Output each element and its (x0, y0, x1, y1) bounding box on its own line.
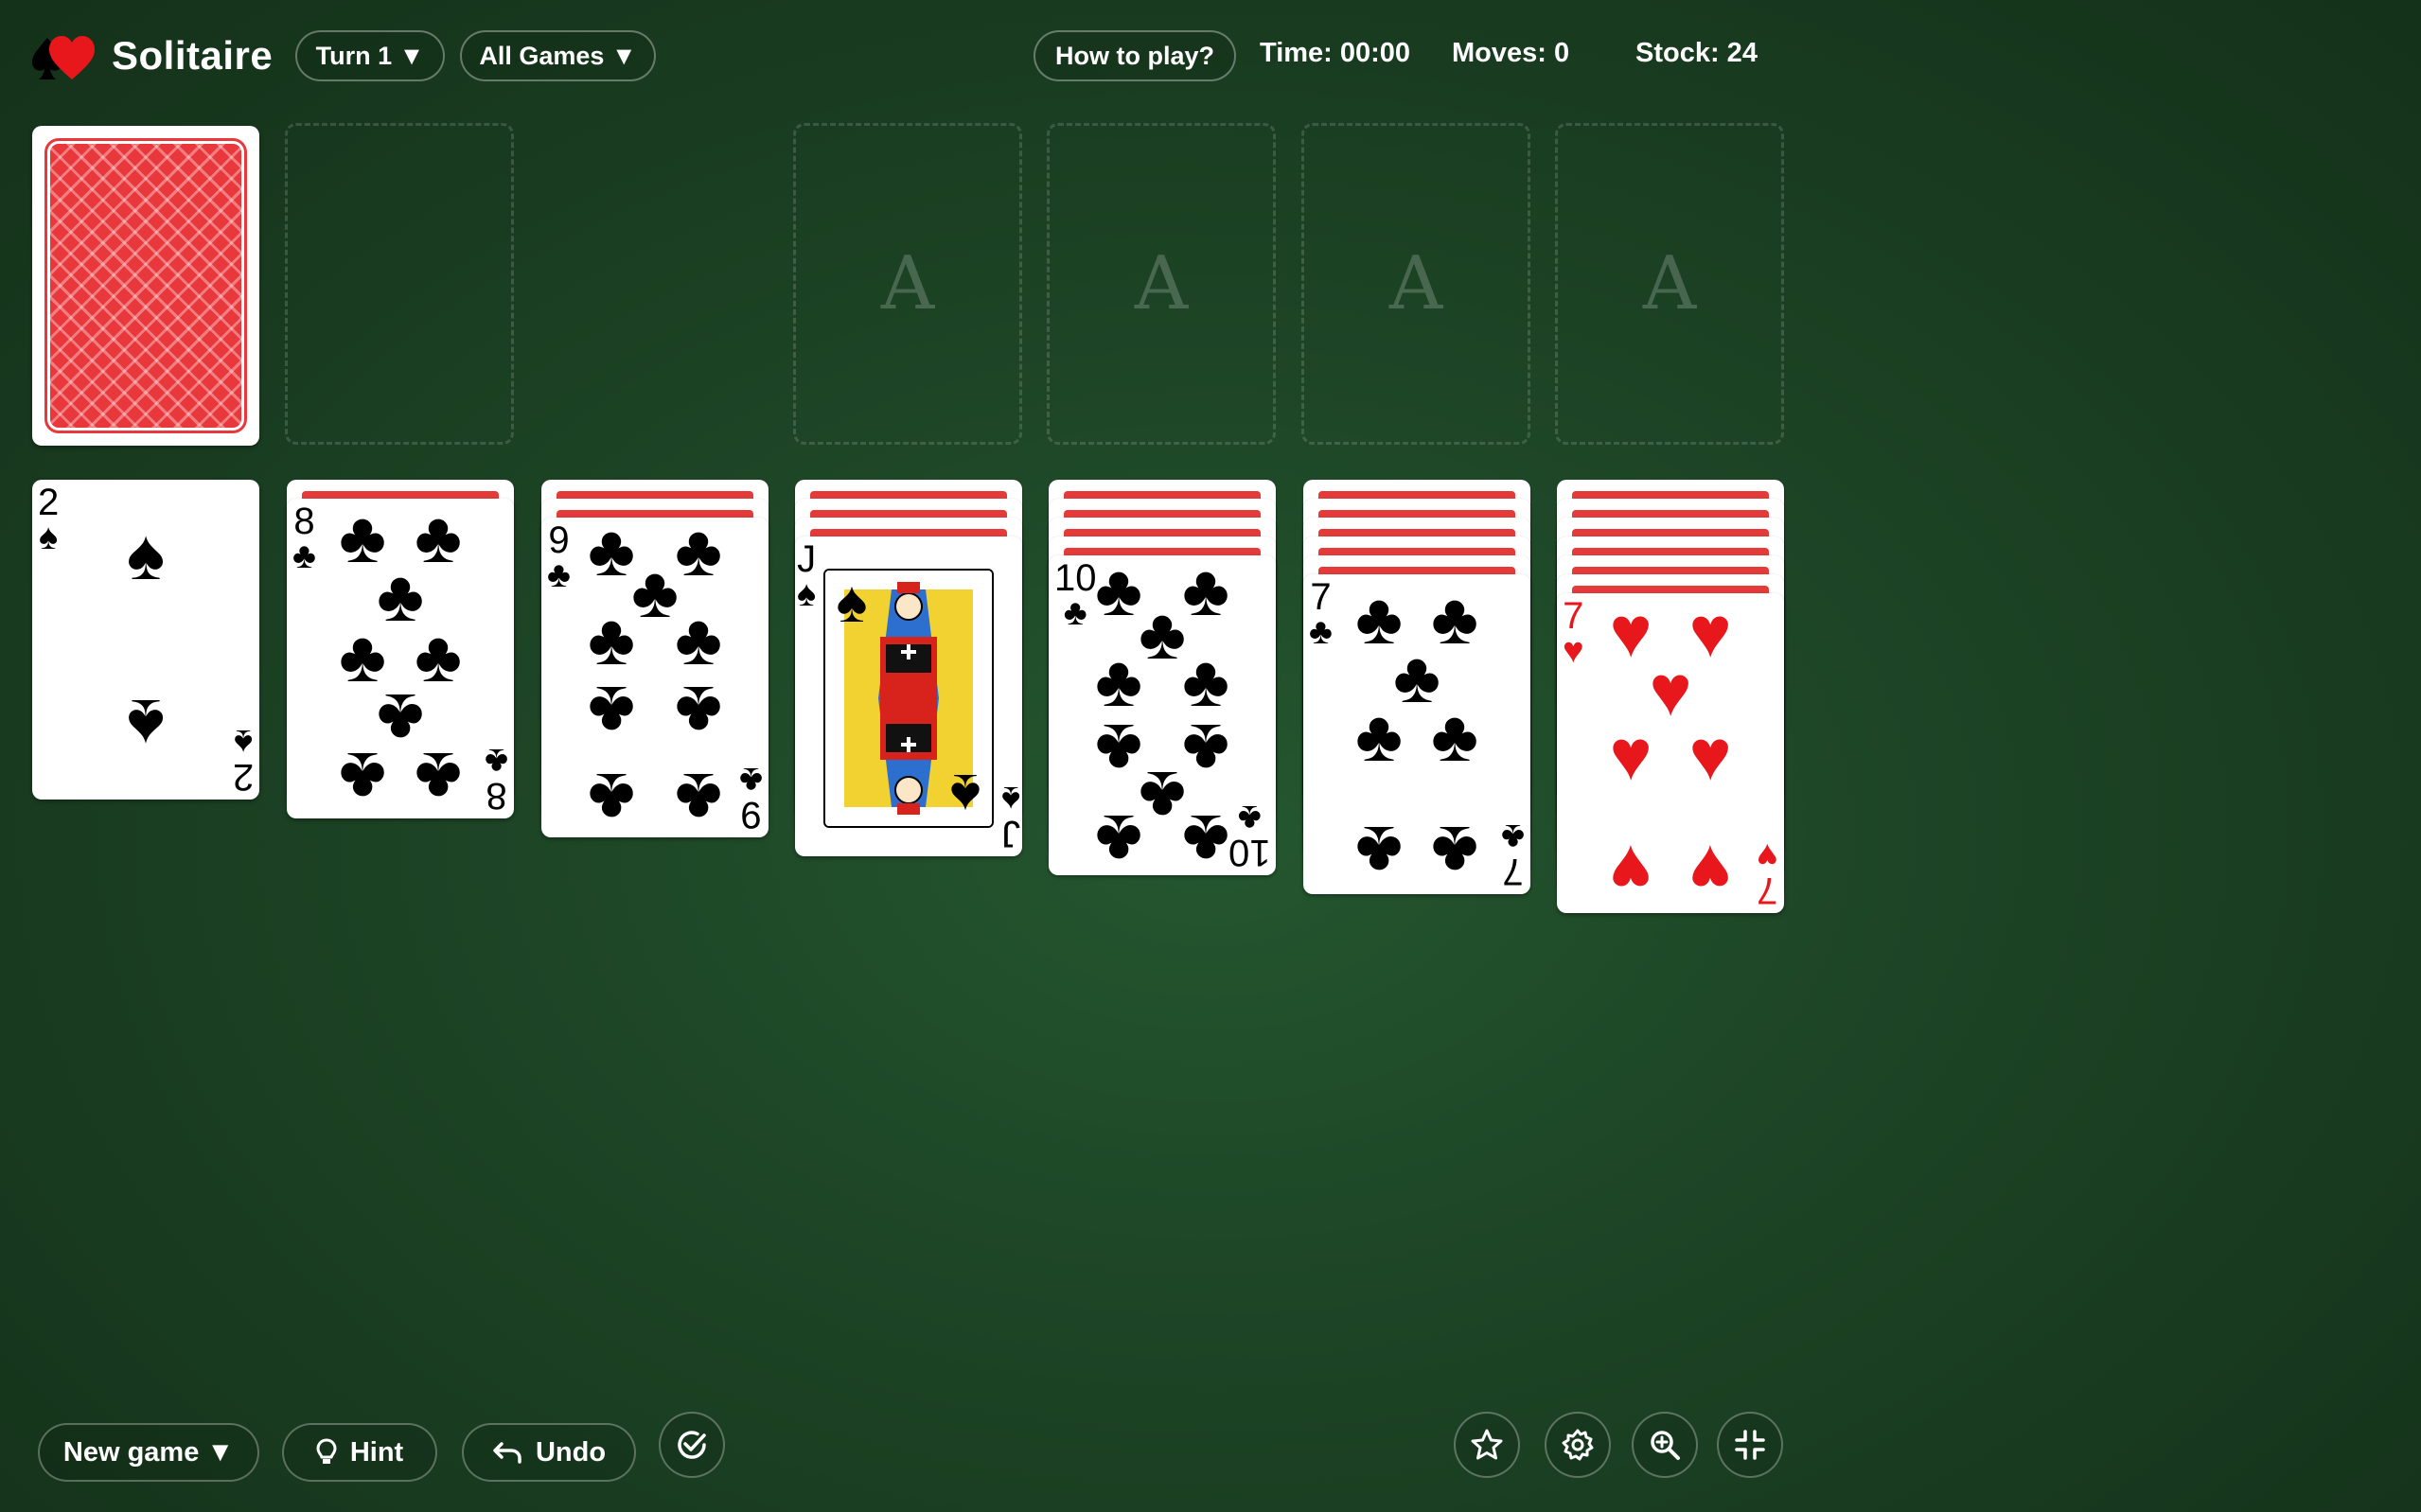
settings-button[interactable] (1545, 1412, 1611, 1478)
hint-label: Hint (349, 1436, 404, 1468)
tableau-3-card[interactable]: 9 ♣ ♣ ♣ ♣ ♣ ♣ ♣ ♣ ♣ ♣ 9 ♣ (541, 518, 769, 837)
timer: Time: 00:00 (1260, 38, 1411, 68)
card-corner: J ♠ (797, 538, 817, 614)
card-pip: ♣ (1182, 555, 1229, 631)
card-pip: ♠ (836, 570, 868, 635)
undo-icon (492, 1440, 522, 1465)
foundation-3[interactable]: A (1301, 123, 1530, 445)
card-corner: J ♠ (1000, 779, 1020, 854)
card-corner: 10 ♣ (1228, 798, 1271, 873)
jack-face-art: ♠ ♠ (823, 569, 994, 828)
heart-logo-icon (49, 36, 95, 79)
tableau-2-card[interactable]: 8 ♣ ♣ ♣ ♣ ♣ ♣ ♣ ♣ ♣ 8 ♣ (287, 499, 514, 818)
card-pip: ♠ (126, 684, 166, 765)
card-pip: ♣ (1182, 800, 1229, 875)
star-icon (1470, 1428, 1504, 1462)
autocomplete-button[interactable] (659, 1412, 725, 1478)
app-title: Solitaire (112, 33, 274, 78)
gear-icon (1561, 1428, 1595, 1462)
zoom-button[interactable] (1632, 1412, 1698, 1478)
card-pip: ♣ (675, 671, 722, 751)
card-pip: ♣ (1095, 555, 1142, 631)
card-pip: ♣ (1355, 696, 1403, 777)
card-pip: ♣ (631, 553, 679, 633)
check-circle-icon (675, 1428, 709, 1462)
how-to-play-button[interactable]: How to play? (1034, 30, 1236, 81)
card-corner: 9 ♣ (547, 519, 571, 595)
tableau-5-card[interactable]: 10 ♣ ♣ ♣ ♣ ♣ ♣ ♣ ♣ ♣ ♣ ♣ 10 ♣ (1049, 555, 1276, 875)
zoom-in-icon (1648, 1428, 1682, 1462)
compress-icon (1733, 1428, 1767, 1462)
card-pip: ♥ (1609, 830, 1652, 910)
card-pip: ♣ (415, 737, 462, 818)
card-pip: ♣ (1431, 696, 1478, 777)
undo-label: Undo (535, 1436, 607, 1468)
tableau-7-card[interactable]: 7 ♥ ♥ ♥ ♥ ♥ ♥ ♥ ♥ 7 ♥ (1557, 593, 1784, 913)
card-corner: 2 ♠ (232, 722, 254, 798)
lightbulb-icon (316, 1438, 337, 1467)
logo[interactable]: Solitaire (30, 28, 273, 83)
new-game-button[interactable]: New game ▼ (38, 1423, 259, 1482)
card-pip: ♣ (1182, 709, 1229, 789)
card-pip: ♣ (1182, 642, 1229, 722)
stock-pile[interactable] (32, 126, 259, 446)
card-pip: ♣ (588, 518, 635, 591)
card-corner: 7 ♥ (1757, 835, 1778, 911)
waste-pile[interactable] (285, 123, 514, 445)
card-pip: ♣ (588, 671, 635, 751)
favorite-button[interactable] (1454, 1412, 1520, 1478)
card-pip: ♣ (1355, 811, 1403, 891)
card-pip: ♥ (1609, 593, 1652, 673)
card-corner: 2 ♠ (38, 482, 60, 557)
bottom-toolbar: New game ▼ Hint Undo (0, 1412, 2421, 1491)
foundation-2[interactable]: A (1047, 123, 1276, 445)
card-pip: ♠ (126, 515, 166, 595)
all-games-dropdown[interactable]: All Games ▼ (460, 30, 656, 81)
hint-button[interactable]: Hint (282, 1423, 437, 1482)
card-corner: 8 ♣ (485, 741, 508, 817)
tableau-6-card[interactable]: 7 ♣ ♣ ♣ ♣ ♣ ♣ ♣ ♣ 7 ♣ (1303, 574, 1530, 894)
foundation-placeholder: A (880, 241, 935, 326)
tableau-1-card[interactable]: 2 ♠ ♠ ♠ 2 ♠ (32, 480, 259, 800)
stock-counter: Stock: 24 (1635, 38, 1758, 68)
card-pip: ♥ (1649, 651, 1692, 731)
foundation-placeholder: A (1642, 241, 1697, 326)
card-corner: 10 ♣ (1054, 557, 1097, 633)
top-bar: Solitaire Turn 1 ▼ All Games ▼ How to pl… (0, 0, 2421, 114)
card-pip: ♥ (1688, 830, 1732, 910)
card-pip: ♣ (1095, 709, 1142, 789)
card-pip: ♣ (1431, 811, 1478, 891)
card-corner: 7 ♣ (1501, 817, 1525, 892)
card-pip: ♣ (675, 758, 722, 837)
logo-suits (30, 28, 97, 83)
card-corner: 8 ♣ (292, 501, 316, 576)
card-pip: ♣ (339, 737, 386, 818)
card-corner: 7 ♥ (1563, 595, 1584, 671)
card-pip: ♥ (1688, 715, 1732, 796)
move-counter: Moves: 0 (1452, 38, 1570, 68)
card-corner: 7 ♣ (1309, 576, 1333, 652)
card-pip: ♣ (588, 600, 635, 680)
tableau-4-card[interactable]: J ♠ ♠ ♠ J ♠ (795, 536, 1022, 856)
foundation-placeholder: A (1388, 241, 1443, 326)
card-back-pattern (44, 138, 247, 433)
foundation-1[interactable]: A (793, 123, 1022, 445)
card-pip: ♣ (1139, 756, 1186, 836)
card-pip: ♣ (675, 600, 722, 680)
card-pip: ♥ (1609, 715, 1652, 796)
card-pip: ♣ (1095, 642, 1142, 722)
card-pip: ♠ (949, 762, 981, 827)
foundation-4[interactable]: A (1555, 123, 1784, 445)
turn-dropdown[interactable]: Turn 1 ▼ (295, 30, 445, 81)
card-pip: ♣ (1095, 800, 1142, 875)
undo-button[interactable]: Undo (462, 1423, 636, 1482)
card-pip: ♣ (588, 758, 635, 837)
card-pip: ♣ (675, 518, 722, 591)
card-pip: ♥ (1688, 593, 1732, 673)
card-corner: 9 ♣ (739, 760, 763, 835)
fullscreen-button[interactable] (1717, 1412, 1783, 1478)
new-game-label: New game ▼ (62, 1436, 235, 1468)
foundation-placeholder: A (1134, 241, 1189, 326)
card-pip: ♣ (1139, 594, 1186, 675)
